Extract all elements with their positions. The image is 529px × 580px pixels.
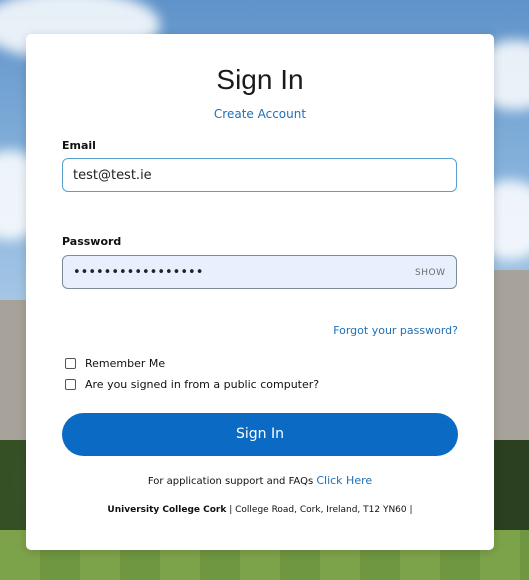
- public-computer-checkbox[interactable]: [65, 379, 76, 390]
- create-account-link[interactable]: Create Account: [26, 107, 494, 121]
- remember-me-row[interactable]: Remember Me: [65, 357, 165, 370]
- sign-in-card: Sign In Create Account Email Password SH…: [26, 34, 494, 550]
- email-label: Email: [62, 139, 96, 152]
- public-computer-label: Are you signed in from a public computer…: [85, 378, 320, 391]
- remember-me-checkbox[interactable]: [65, 358, 76, 369]
- password-field[interactable]: [62, 255, 457, 289]
- forgot-password-link[interactable]: Forgot your password?: [333, 324, 458, 337]
- sign-in-button[interactable]: Sign In: [62, 413, 458, 456]
- footer-address: College Road, Cork, Ireland, T12 YN60: [235, 505, 407, 515]
- footer-separator-2: |: [409, 505, 413, 515]
- footer: University College Cork | College Road, …: [26, 505, 494, 515]
- public-computer-row[interactable]: Are you signed in from a public computer…: [65, 378, 319, 391]
- support-link[interactable]: Click Here: [316, 474, 372, 487]
- footer-org: University College Cork: [107, 505, 227, 515]
- page-title: Sign In: [216, 64, 304, 95]
- support-text: For application support and FAQs: [147, 476, 314, 487]
- support-line: For application support and FAQs Click H…: [26, 474, 494, 487]
- email-field[interactable]: [62, 158, 457, 192]
- password-label: Password: [62, 235, 122, 248]
- show-password-toggle[interactable]: SHOW: [415, 268, 445, 278]
- remember-me-label: Remember Me: [85, 357, 166, 370]
